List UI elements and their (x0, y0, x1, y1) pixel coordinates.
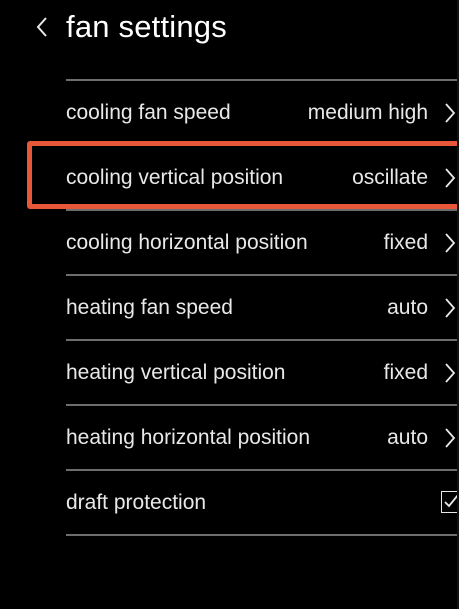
setting-row-draft-protection[interactable]: draft protection (66, 471, 459, 534)
setting-label: cooling fan speed (66, 101, 231, 124)
setting-row-cooling-fan-speed[interactable]: cooling fan speed medium high (66, 81, 459, 144)
setting-value: auto (387, 426, 428, 449)
setting-row-cooling-horizontal-position[interactable]: cooling horizontal position fixed (66, 211, 459, 274)
setting-label: heating vertical position (66, 361, 286, 384)
setting-label: heating horizontal position (66, 426, 311, 449)
header: fan settings (0, 0, 459, 64)
chevron-right-icon (443, 297, 457, 319)
chevron-right-icon (443, 102, 457, 124)
setting-value: fixed (383, 361, 428, 384)
setting-value: fixed (383, 231, 428, 254)
back-button[interactable] (30, 12, 54, 42)
chevron-left-icon (35, 15, 49, 39)
setting-row-heating-vertical-position[interactable]: heating vertical position fixed (66, 341, 459, 404)
chevron-right-icon (443, 232, 457, 254)
setting-label: cooling horizontal position (66, 231, 308, 254)
setting-row-heating-fan-speed[interactable]: heating fan speed auto (66, 276, 459, 339)
screen: fan settings cooling fan speed medium hi… (0, 0, 459, 609)
setting-value: oscillate (352, 166, 428, 189)
page-title: fan settings (66, 9, 227, 44)
settings-list: cooling fan speed medium high cooling ve… (66, 79, 459, 536)
setting-label: draft protection (66, 491, 207, 514)
chevron-right-icon (443, 167, 457, 189)
setting-row-heating-horizontal-position[interactable]: heating horizontal position auto (66, 406, 459, 469)
setting-row-cooling-vertical-position[interactable]: cooling vertical position oscillate (66, 146, 459, 209)
setting-label: heating fan speed (66, 296, 233, 319)
chevron-right-icon (443, 362, 457, 384)
setting-label: cooling vertical position (66, 166, 284, 189)
divider (66, 534, 459, 536)
chevron-right-icon (443, 427, 457, 449)
setting-value: auto (387, 296, 428, 319)
setting-value: medium high (307, 101, 428, 124)
